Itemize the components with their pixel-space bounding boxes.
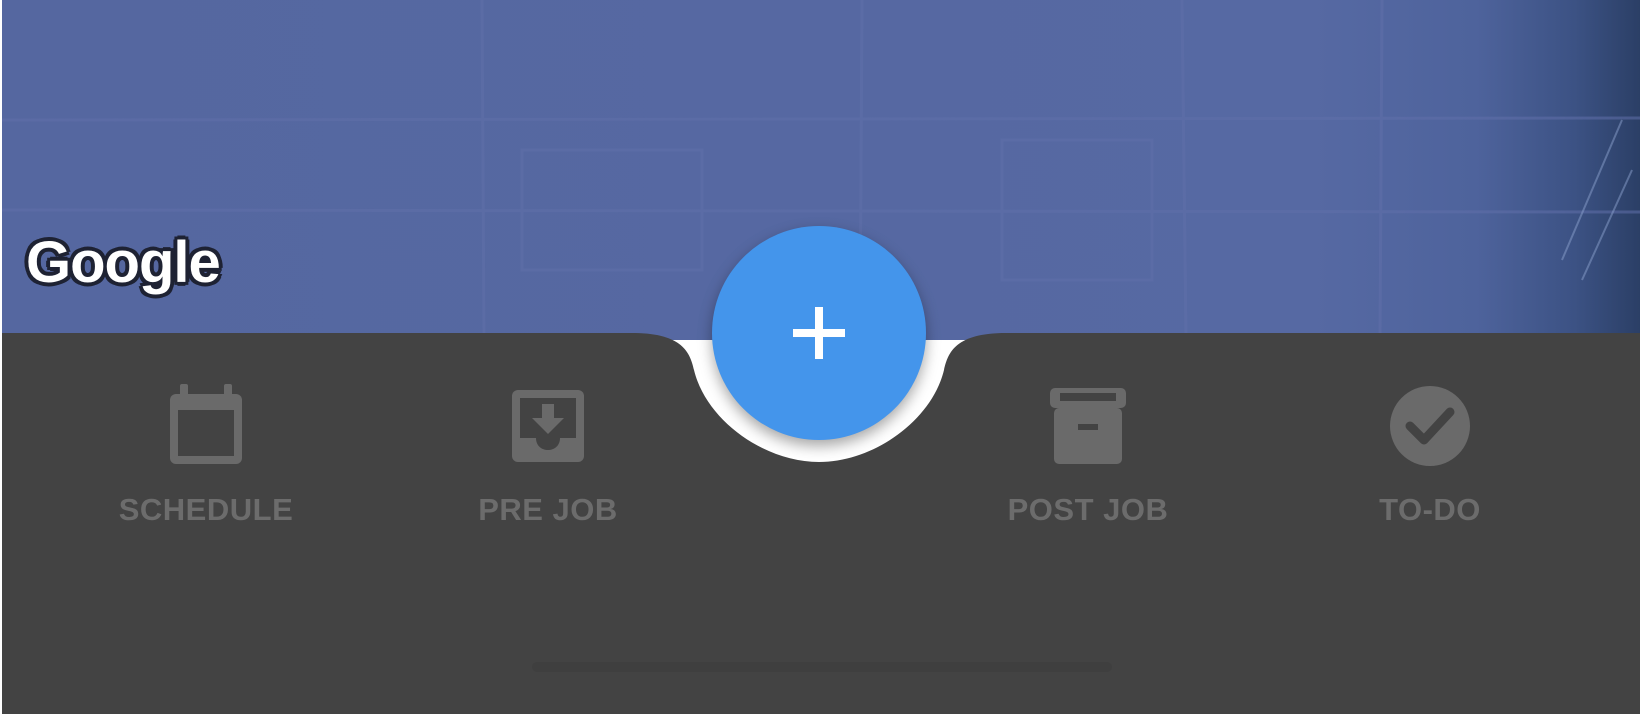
nav-item-pre-job[interactable]: PRE JOB <box>428 384 668 544</box>
home-indicator[interactable] <box>532 662 1112 672</box>
bottom-navigation-bar: SCHEDULE PRE JOB POST JOB TO-DO <box>2 0 1640 714</box>
inbox-download-icon <box>512 390 584 462</box>
nav-label-schedule: SCHEDULE <box>118 492 294 527</box>
add-button[interactable] <box>712 226 926 440</box>
plus-icon <box>793 307 845 359</box>
calendar-icon <box>170 384 242 464</box>
check-circle-icon <box>1390 386 1470 466</box>
nav-item-to-do[interactable]: TO-DO <box>1310 384 1550 544</box>
nav-label-pre-job: PRE JOB <box>478 492 618 527</box>
nav-label-to-do: TO-DO <box>1379 492 1481 527</box>
app-screen: Google SCHEDULE PRE JOB POST JOB TO-DO <box>2 0 1640 714</box>
nav-item-schedule[interactable]: SCHEDULE <box>86 384 326 544</box>
nav-label-post-job: POST JOB <box>1007 492 1169 527</box>
archive-box-icon <box>1050 388 1126 464</box>
nav-item-post-job[interactable]: POST JOB <box>968 384 1208 544</box>
